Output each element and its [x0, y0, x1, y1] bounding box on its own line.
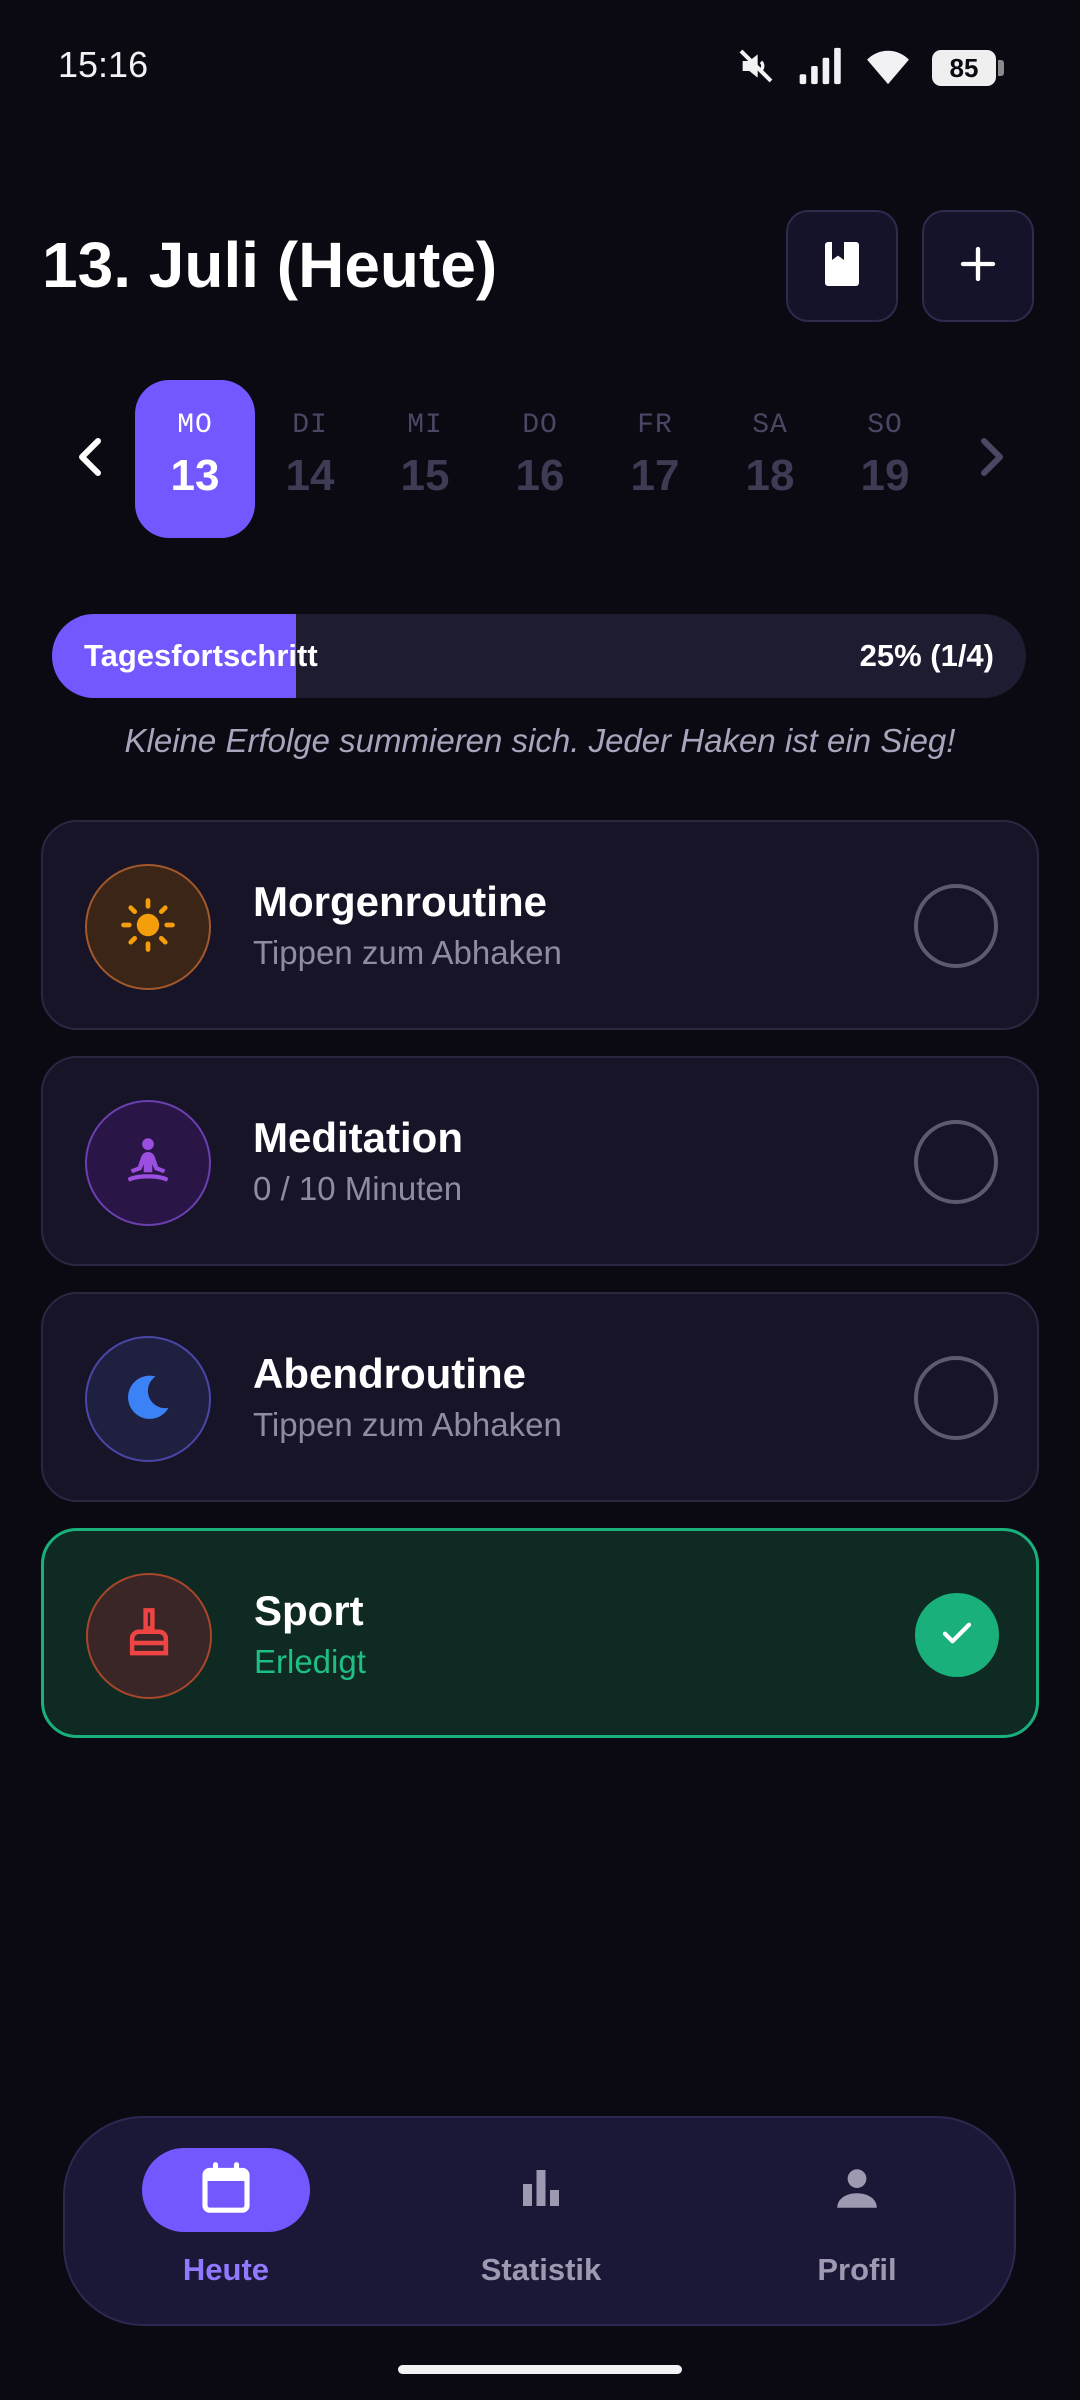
nav-label: Profil	[817, 2252, 897, 2287]
battery-cap	[998, 60, 1004, 76]
nav-item-profil[interactable]: Profil	[707, 2148, 1007, 2298]
check-icon	[939, 1615, 975, 1656]
nav-pill	[457, 2148, 625, 2232]
habit-icon-badge	[85, 1100, 211, 1226]
day-friday[interactable]: FR 17	[595, 380, 715, 538]
habit-name: Sport	[254, 1587, 364, 1634]
mute-icon	[736, 46, 776, 91]
nav-label: Statistik	[480, 2252, 602, 2287]
nav-pill	[773, 2148, 941, 2232]
day-number: 13	[170, 451, 220, 500]
habit-checkbox-checked[interactable]	[915, 1593, 999, 1677]
habit-checkbox[interactable]	[914, 1356, 998, 1440]
cleaning-brush-icon	[122, 1607, 176, 1666]
day-abbr: FR	[637, 410, 673, 441]
day-tuesday[interactable]: DI 14	[250, 380, 370, 538]
moon-icon	[122, 1371, 174, 1428]
day-number: 19	[860, 451, 910, 500]
date-strip: MO 13 DI 14 MI 15 DO 16 FR 17 SA 18 SO 1…	[0, 378, 1080, 540]
habit-icon-badge	[85, 1336, 211, 1462]
progress-value: 25% (1/4)	[859, 638, 994, 673]
bar-chart-icon	[517, 2164, 565, 2217]
habit-subtitle: Tippen zum Abhaken	[253, 1406, 562, 1443]
day-monday[interactable]: MO 13	[135, 380, 255, 538]
habit-icon-badge	[85, 864, 211, 990]
habit-name: Abendroutine	[253, 1350, 526, 1397]
previous-week-button[interactable]	[54, 423, 126, 495]
day-abbr: MI	[407, 410, 443, 441]
nav-label: Heute	[182, 2252, 270, 2287]
day-wednesday[interactable]: MI 15	[365, 380, 485, 538]
plus-icon	[958, 244, 998, 289]
day-abbr: MO	[177, 410, 213, 441]
daily-progress-bar: Tagesfortschritt 25% (1/4)	[52, 614, 1026, 698]
day-number: 16	[515, 451, 565, 500]
habit-card-morgenroutine[interactable]: Morgenroutine Tippen zum Abhaken	[41, 820, 1039, 1030]
signal-icon	[798, 46, 844, 91]
day-thursday[interactable]: DO 16	[480, 380, 600, 538]
day-abbr: SA	[752, 410, 788, 441]
habit-card-meditation[interactable]: Meditation 0 / 10 Minuten	[41, 1056, 1039, 1266]
habit-checkbox[interactable]	[914, 884, 998, 968]
habit-status-done: Erledigt	[254, 1643, 366, 1680]
home-indicator[interactable]	[398, 2365, 682, 2374]
day-sunday[interactable]: SO 19	[825, 380, 945, 538]
person-icon	[832, 2163, 882, 2218]
add-habit-button[interactable]	[922, 210, 1034, 322]
day-number: 17	[630, 451, 680, 500]
wifi-icon	[866, 46, 910, 91]
next-week-button[interactable]	[956, 423, 1028, 495]
habit-checkbox[interactable]	[914, 1120, 998, 1204]
habit-name: Meditation	[253, 1114, 463, 1161]
habit-card-abendroutine[interactable]: Abendroutine Tippen zum Abhaken	[41, 1292, 1039, 1502]
journal-button[interactable]	[786, 210, 898, 322]
nav-active-pill	[142, 2148, 310, 2232]
motivation-text: Kleine Erfolge summieren sich. Jeder Hak…	[124, 722, 956, 759]
chevron-right-icon	[975, 437, 1009, 482]
habit-subtitle: Tippen zum Abhaken	[253, 934, 562, 971]
chevron-left-icon	[73, 437, 107, 482]
day-number: 15	[400, 451, 450, 500]
status-icons: 85	[736, 46, 1004, 90]
day-number: 14	[285, 451, 335, 500]
habit-name: Morgenroutine	[253, 878, 547, 925]
status-bar: 15:16 85	[0, 0, 1080, 136]
day-abbr: SO	[867, 410, 903, 441]
calendar-icon	[198, 2160, 254, 2221]
habit-icon-badge	[86, 1573, 212, 1699]
day-saturday[interactable]: SA 18	[710, 380, 830, 538]
nav-item-heute[interactable]: Heute	[76, 2148, 376, 2298]
sun-icon	[120, 897, 176, 958]
screen: 15:16 85 13. Juli (Heute) MO 13 DI 14 MI…	[0, 0, 1080, 2400]
battery-level: 85	[932, 50, 996, 86]
nav-item-statistik[interactable]: Statistik	[391, 2148, 691, 2298]
progress-label: Tagesfortschritt	[84, 638, 318, 673]
habit-card-sport[interactable]: Sport Erledigt	[41, 1528, 1039, 1738]
page-title: 13. Juli (Heute)	[42, 229, 498, 301]
status-time: 15:16	[58, 44, 149, 85]
bottom-navigation: Heute Statistik Profil	[63, 2116, 1016, 2326]
day-abbr: DO	[522, 410, 558, 441]
book-icon	[822, 240, 862, 293]
day-number: 18	[745, 451, 795, 500]
battery-icon: 85	[932, 50, 1004, 86]
day-abbr: DI	[292, 410, 328, 441]
habit-subtitle: 0 / 10 Minuten	[253, 1170, 463, 1207]
meditation-icon	[121, 1134, 175, 1193]
